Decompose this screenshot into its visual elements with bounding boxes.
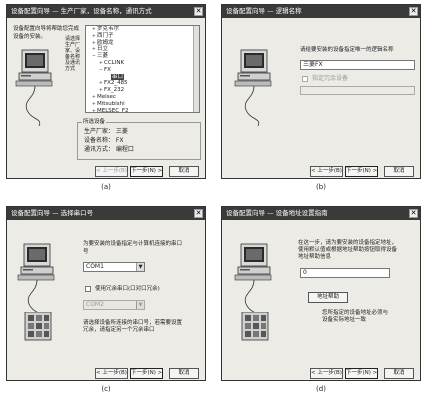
caption-d: (d) bbox=[316, 385, 326, 393]
tree-item[interactable]: 串口 bbox=[86, 73, 199, 81]
prompt-text: 请给要安装的设备指定唯一的逻辑名称 bbox=[300, 47, 394, 53]
back-button[interactable]: < 上一步(B) bbox=[95, 166, 128, 177]
redundant-port-checkbox[interactable] bbox=[85, 286, 91, 292]
tree-item[interactable]: −FX bbox=[86, 67, 199, 74]
title-bar: 设备配置向导 — 设备地址设置指南 ✕ bbox=[222, 207, 420, 220]
next-button[interactable]: 下一步(N) > bbox=[345, 368, 378, 379]
tree-item-label: FX bbox=[104, 66, 111, 73]
tree-scrollbar[interactable] bbox=[193, 26, 199, 112]
caption-b: (b) bbox=[316, 183, 326, 191]
back-button[interactable]: < 上一步(B) bbox=[310, 166, 343, 177]
redundant-port-value: COM2 bbox=[86, 301, 104, 308]
chevron-down-icon: ▼ bbox=[136, 263, 144, 271]
dialog-title: 设备配置向导 — 生产厂家，设备名称，通讯方式 bbox=[11, 7, 152, 15]
side-instruction: 请选择生产厂家、设备名称及通讯方式 bbox=[65, 36, 81, 72]
tree-item-label: Mitsubishi bbox=[97, 100, 125, 107]
device-tree[interactable]: +罗克韦尔 +西门子 +欧姆龙 +日立 −三菱 +CCLINK −FX 串口 +FX2_485 +… bbox=[85, 25, 200, 113]
computer-illustration bbox=[234, 49, 272, 127]
tree-list: +罗克韦尔 +西门子 +欧姆龙 +日立 −三菱 +CCLINK −FX 串口 +FX2_485 +… bbox=[86, 26, 199, 113]
info-comm-mode: 通讯方式： 编程口 bbox=[84, 146, 134, 153]
info-device-name: 设备名称： FX bbox=[84, 137, 124, 144]
cancel-button[interactable]: 取消 bbox=[384, 166, 414, 177]
tree-item[interactable]: +FX2_485 bbox=[86, 80, 199, 87]
info-manufacturer: 生产厂家： 三菱 bbox=[84, 128, 128, 135]
dialog-d: 设备配置向导 — 设备地址设置指南 ✕ 在这一步，请为要安装的设备指定地址，使用… bbox=[221, 206, 421, 381]
address-input[interactable]: 0 bbox=[300, 268, 390, 278]
group-title: 所选设备 bbox=[82, 118, 107, 126]
device-illustration bbox=[24, 312, 52, 341]
address-help-button[interactable]: 地址帮助 bbox=[308, 292, 348, 303]
title-bar: 设备配置向导 — 逻辑名称 ✕ bbox=[222, 5, 420, 18]
dialog-a: 设备配置向导 — 生产厂家，设备名称，通讯方式 ✕ 设备配置向导将帮助您完成设备… bbox=[6, 4, 206, 179]
dialog-title: 设备配置向导 — 设备地址设置指南 bbox=[226, 209, 328, 217]
redundant-name-input[interactable] bbox=[300, 86, 415, 95]
tree-item-label: 三菱 bbox=[97, 53, 109, 60]
tree-item-label: FX_232 bbox=[104, 87, 125, 94]
prompt-text: 为要安装的设备指定与计算机连接的串口号 bbox=[83, 241, 183, 255]
checkbox-label: 使用冗余串口(口对口冗余) bbox=[95, 286, 160, 292]
dialog-title: 设备配置向导 — 逻辑名称 bbox=[226, 7, 302, 15]
tree-item-label: 欧姆龙 bbox=[97, 39, 114, 46]
tree-item-label: MELSEC_F2 bbox=[97, 107, 129, 113]
serial-port-select[interactable]: COM1 ▼ bbox=[83, 262, 145, 272]
device-illustration bbox=[241, 312, 269, 341]
tree-item[interactable]: +Melsec bbox=[86, 94, 199, 101]
note-text: 请选择设备所连接的串口号，若需要设置冗余，请指定另一个冗余串口 bbox=[83, 320, 183, 333]
serial-port-value: COM1 bbox=[86, 263, 104, 270]
close-icon[interactable]: ✕ bbox=[409, 209, 418, 218]
computer-illustration bbox=[234, 243, 272, 321]
tree-item[interactable]: +西门子 bbox=[86, 33, 199, 40]
prompt-text: 在这一步，请为要安装的设备指定地址，使用默认值或根据地址帮助按钮取得设备地址帮助… bbox=[298, 240, 398, 260]
next-button[interactable]: 下一步(N) > bbox=[130, 166, 163, 177]
tree-item-label: 西门子 bbox=[97, 32, 114, 39]
tree-item[interactable]: +Mitsubishi bbox=[86, 101, 199, 108]
close-icon[interactable]: ✕ bbox=[409, 7, 418, 16]
title-bar: 设备配置向导 — 生产厂家，设备名称，通讯方式 ✕ bbox=[7, 5, 205, 18]
close-icon[interactable]: ✕ bbox=[194, 209, 203, 218]
tree-item-label: Melsec bbox=[97, 93, 116, 100]
cancel-button[interactable]: 取消 bbox=[169, 368, 199, 379]
caption-c: (c) bbox=[101, 385, 111, 393]
next-button[interactable]: 下一步(N) > bbox=[130, 368, 163, 379]
caption-a: (a) bbox=[101, 183, 111, 191]
tree-item-label: FX2_485 bbox=[104, 80, 128, 87]
selected-device-group: 所选设备 生产厂家： 三菱 设备名称： FX 通讯方式： 编程口 bbox=[77, 118, 201, 160]
tree-item[interactable]: +FX_232 bbox=[86, 87, 199, 94]
dialog-title: 设备配置向导 — 选择串口号 bbox=[11, 209, 94, 217]
cancel-button[interactable]: 取消 bbox=[384, 368, 414, 379]
redundant-checkbox[interactable] bbox=[302, 76, 308, 82]
tree-item[interactable]: −三菱 bbox=[86, 53, 199, 60]
cancel-button[interactable]: 取消 bbox=[169, 166, 199, 177]
tree-item-label: 串口 bbox=[111, 73, 125, 80]
close-icon[interactable]: ✕ bbox=[194, 7, 203, 16]
note-text: 您所指定的设备地址必须与设备实际地址一致 bbox=[322, 310, 389, 323]
tree-item-label: CCLINK bbox=[104, 59, 125, 66]
tree-item[interactable]: +CCLINK bbox=[86, 60, 199, 67]
tree-item[interactable]: +罗克韦尔 bbox=[86, 26, 199, 33]
computer-illustration bbox=[17, 243, 55, 321]
redundant-port-select[interactable]: COM2 ▼ bbox=[83, 300, 145, 310]
checkbox-label: 指定冗余设备 bbox=[312, 75, 349, 82]
chevron-down-icon: ▼ bbox=[136, 301, 144, 309]
computer-illustration bbox=[15, 49, 53, 127]
logical-name-input[interactable]: 三菱FX bbox=[300, 60, 415, 70]
back-button[interactable]: < 上一步(B) bbox=[310, 368, 343, 379]
dialog-c: 设备配置向导 — 选择串口号 ✕ 为要安装的设备指定与计算机连接的串口号 COM… bbox=[6, 206, 206, 381]
tree-item-label: 罗克韦尔 bbox=[97, 26, 120, 32]
tree-item-label: 日立 bbox=[97, 46, 109, 53]
dialog-b: 设备配置向导 — 逻辑名称 ✕ 请给要安装的设备指定唯一的逻辑名称 三菱FX 指… bbox=[221, 4, 421, 179]
title-bar: 设备配置向导 — 选择串口号 ✕ bbox=[7, 207, 205, 220]
next-button[interactable]: 下一步(N) > bbox=[345, 166, 378, 177]
tree-item[interactable]: +MELSEC_F2 bbox=[86, 107, 199, 113]
back-button[interactable]: < 上一步(B) bbox=[95, 368, 128, 379]
